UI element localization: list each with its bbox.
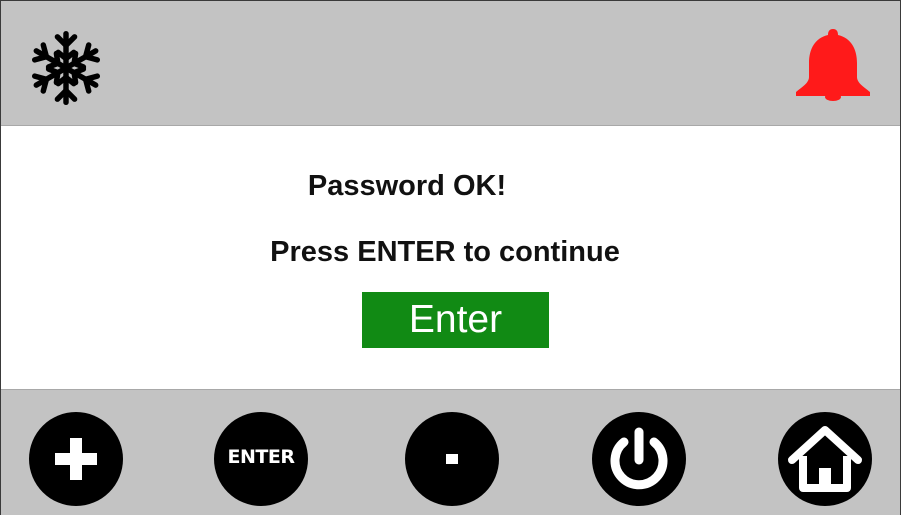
power-icon	[610, 427, 668, 490]
enter-button[interactable]: Enter	[362, 292, 549, 348]
plus-icon	[55, 438, 97, 480]
enter-round-label: ENTER	[227, 446, 295, 468]
home-button[interactable]	[778, 412, 872, 506]
bell-icon[interactable]	[793, 27, 873, 101]
power-button[interactable]	[592, 412, 686, 506]
plus-button[interactable]	[29, 412, 123, 506]
status-bar	[1, 1, 900, 126]
hmi-screen: Password OK! Press ENTER to continue Ent…	[0, 0, 901, 515]
minus-button[interactable]	[405, 412, 499, 506]
home-icon	[788, 426, 862, 492]
navigation-bar: ENTER	[1, 389, 900, 515]
snowflake-icon	[31, 30, 101, 106]
enter-round-button[interactable]: ENTER	[214, 412, 308, 506]
password-status-text: Password OK!	[307, 170, 507, 202]
minus-icon	[446, 454, 458, 464]
message-panel: Password OK! Press ENTER to continue Ent…	[1, 126, 900, 388]
instruction-text: Press ENTER to continue	[270, 236, 620, 268]
